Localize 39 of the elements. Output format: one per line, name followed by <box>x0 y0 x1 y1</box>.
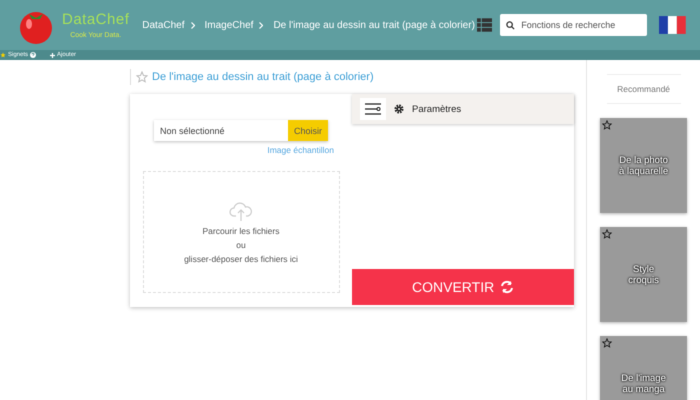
sample-image-link[interactable]: Image échantillon <box>267 145 334 155</box>
menu-button[interactable] <box>360 98 386 120</box>
star-icon[interactable] <box>602 338 612 348</box>
drop-zone-text: Parcourir les fichiers <box>202 226 280 236</box>
file-field[interactable]: Non sélectionné <box>154 120 288 141</box>
recommended-heading: Recommandé <box>606 74 681 104</box>
search-bar[interactable]: Fonctions de recherche <box>500 14 648 36</box>
card-caption: De la photo à laquarelle <box>618 154 669 176</box>
card-caption: Style croquis <box>627 264 660 286</box>
sliders-icon <box>365 103 381 115</box>
convert-button[interactable]: CONVERTIR <box>352 269 574 305</box>
chevron-right-icon <box>259 22 264 28</box>
list-view-icon[interactable] <box>476 18 492 32</box>
logo-title: DataChef <box>62 11 130 28</box>
drop-zone[interactable]: Parcourir les fichiers ou glisser-déposer des fichiers ici <box>142 171 340 293</box>
drop-zone-text: glisser-déposer des fichiers ici <box>184 254 298 264</box>
french-flag-icon[interactable] <box>659 14 686 36</box>
breadcrumb-link[interactable]: ImageChef <box>204 20 254 30</box>
star-icon[interactable] <box>136 71 148 83</box>
plus-icon <box>50 52 56 58</box>
page-title: De l'image au dessin au trait (page à colorier) <box>152 71 374 83</box>
drop-zone-text: ou <box>236 240 246 250</box>
choose-button[interactable]: Choisir <box>288 120 328 141</box>
chevron-right-icon <box>190 22 195 28</box>
recommended-card[interactable]: De l'image au manga <box>600 336 688 400</box>
breadcrumb-link[interactable]: De l'image au dessin au trait (page à colorier) <box>273 20 475 30</box>
star-icon[interactable] <box>602 120 612 130</box>
gear-icon <box>394 104 404 114</box>
cloud-upload-icon <box>229 200 253 222</box>
star-icon <box>0 52 6 58</box>
search-icon <box>506 20 516 30</box>
settings-label[interactable]: Paramètres <box>412 104 462 114</box>
recommended-card[interactable]: Style croquis <box>600 227 688 322</box>
refresh-icon <box>500 280 514 294</box>
help-icon[interactable] <box>30 52 36 58</box>
star-icon[interactable] <box>602 229 612 239</box>
breadcrumb-link[interactable]: DataChef <box>142 20 185 30</box>
recommended-card[interactable]: De la photo à laquarelle <box>600 118 688 213</box>
card-caption: De l'image au manga <box>620 372 667 394</box>
